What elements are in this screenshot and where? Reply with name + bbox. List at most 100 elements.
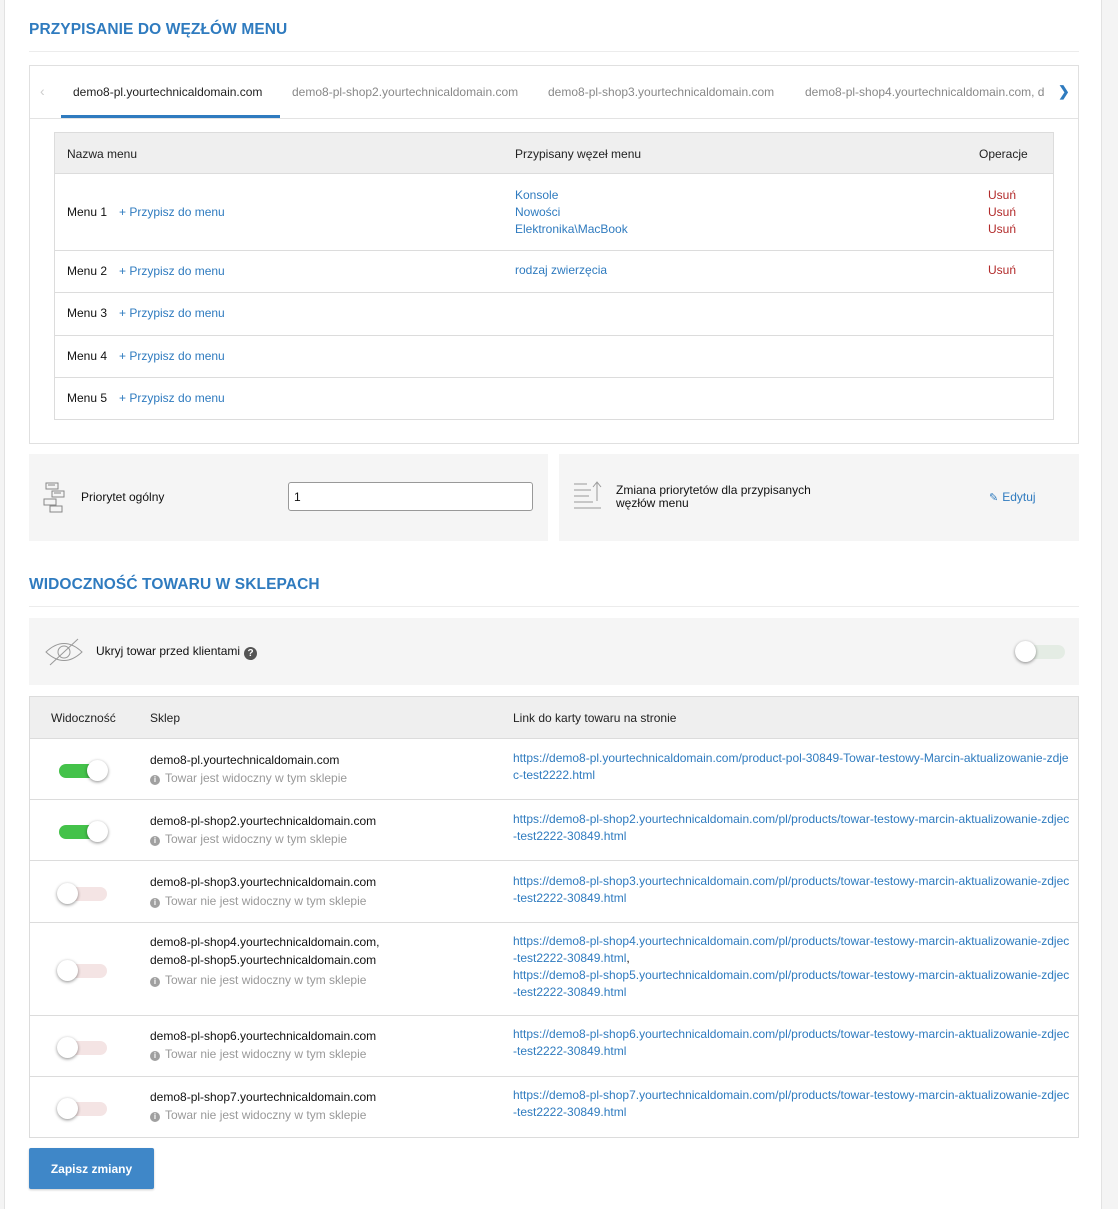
assign-to-menu-link[interactable]: + Przypisz do menu [119, 205, 225, 219]
product-page-link[interactable]: https://demo8-pl.yourtechnicaldomain.com… [513, 750, 1073, 784]
menu-name: Menu 2 [67, 264, 108, 278]
assign-to-menu-link[interactable]: + Przypisz do menu [119, 264, 225, 278]
active-tab-indicator [61, 115, 280, 118]
tab-shop-4[interactable]: demo8-pl-shop4.yourtechnicaldomain.com, … [805, 85, 1044, 99]
table-row: demo8-pl-shop2.yourtechnicaldomain.com i… [30, 800, 1078, 861]
visibility-table: Widoczność Sklep Link do karty towaru na… [29, 696, 1079, 1138]
visibility-toggle[interactable] [59, 821, 108, 842]
visibility-status-text: Towar jest widoczny w tym sklepie [165, 771, 348, 785]
save-changes-button[interactable]: Zapisz zmiany [29, 1148, 154, 1189]
comma-separator: , [626, 951, 630, 965]
edit-priorities-button[interactable]: ✎ Edytuj [989, 490, 1036, 504]
table-row: Menu 1 + Przypisz do menu Konsole Nowośc… [55, 175, 1053, 251]
info-icon: i [150, 898, 160, 908]
visibility-toggle[interactable] [59, 760, 108, 781]
visibility-status: i Towar jest widoczny w tym sklepie [150, 771, 347, 785]
product-page-link[interactable]: https://demo8-pl-shop5.yourtechnicaldoma… [513, 968, 1069, 999]
header-visibility: Widoczność [51, 711, 116, 725]
assign-to-menu-link[interactable]: + Przypisz do menu [119, 306, 225, 320]
general-priority-panel: Priorytet ogólny [29, 454, 548, 541]
hide-product-toggle[interactable] [1015, 641, 1065, 662]
product-page-link[interactable]: https://demo8-pl-shop7.yourtechnicaldoma… [513, 1087, 1073, 1121]
node-link[interactable]: Nowości [515, 204, 628, 221]
info-icon: i [150, 836, 160, 846]
product-page-link[interactable]: https://demo8-pl-shop3.yourtechnicaldoma… [513, 873, 1073, 907]
node-priority-label: Zmiana priorytetów dla przypisanych węzł… [616, 484, 811, 510]
delete-button[interactable]: Usuń [988, 221, 1016, 238]
table-row: demo8-pl-shop6.yourtechnicaldomain.com i… [30, 1016, 1078, 1077]
info-icon: i [150, 977, 160, 987]
delete-button[interactable]: Usuń [988, 262, 1016, 279]
toggle-knob [57, 960, 78, 981]
shop-name: demo8-pl-shop2.yourtechnicaldomain.com [150, 814, 377, 828]
general-priority-label: Priorytet ogólny [81, 490, 165, 504]
info-icon: i [150, 775, 160, 785]
assign-to-menu-link[interactable]: + Przypisz do menu [119, 391, 225, 405]
visibility-table-header: Widoczność Sklep Link do karty towaru na… [30, 697, 1078, 739]
eye-off-icon [45, 638, 83, 666]
visibility-status-text: Towar nie jest widoczny w tym sklepie [165, 1047, 367, 1061]
tab-shop-2[interactable]: demo8-pl-shop2.yourtechnicaldomain.com [292, 85, 518, 99]
visibility-status-text: Towar nie jest widoczny w tym sklepie [165, 973, 367, 987]
sort-priority-icon [574, 481, 602, 509]
product-page-link[interactable]: https://demo8-pl-shop4.yourtechnicaldoma… [513, 934, 1069, 965]
table-row: Menu 2 + Przypisz do menu rodzaj zwierzę… [55, 251, 1053, 293]
priority-icon [43, 482, 65, 513]
toggle-knob [87, 821, 108, 842]
header-shop: Sklep [150, 711, 181, 725]
table-row: Menu 3 + Przypisz do menu [55, 293, 1053, 336]
shop-name: demo8-pl-shop3.yourtechnicaldomain.com [150, 875, 377, 889]
edit-icon: ✎ [989, 492, 999, 504]
visibility-toggle[interactable] [57, 1098, 107, 1119]
hide-product-label-text: Ukryj towar przed klientami [96, 644, 241, 658]
shop-tab-bar: ‹ demo8-pl.yourtechnicaldomain.com demo8… [30, 66, 1078, 119]
chevron-right-icon[interactable]: ❯ [1058, 83, 1070, 100]
menu-table-header: Nazwa menu Przypisany węzeł menu Operacj… [55, 133, 1053, 174]
edit-label: Edytuj [1002, 490, 1036, 504]
header-assigned-node: Przypisany węzeł menu [515, 147, 642, 161]
menu-name: Menu 4 [67, 349, 108, 363]
table-row: demo8-pl-shop3.yourtechnicaldomain.com i… [30, 861, 1078, 923]
menu-name: Menu 3 [67, 306, 108, 320]
toggle-knob [1015, 641, 1036, 662]
visibility-status-text: Towar jest widoczny w tym sklepie [165, 832, 348, 846]
shop-names: demo8-pl-shop4.yourtechnicaldomain.com, … [150, 933, 379, 969]
header-link: Link do karty towaru na stronie [513, 711, 677, 725]
table-row: Menu 4 + Przypisz do menu [55, 336, 1053, 378]
node-priority-panel: Zmiana priorytetów dla przypisanych węzł… [559, 454, 1079, 541]
assigned-nodes: Konsole Nowości Elektronika\MacBook [515, 187, 628, 238]
general-priority-input[interactable] [288, 482, 533, 511]
node-link[interactable]: Konsole [515, 187, 628, 204]
delete-button[interactable]: Usuń [988, 204, 1016, 221]
delete-links: Usuń Usuń Usuń [988, 187, 1016, 238]
divider [29, 51, 1079, 52]
toggle-knob [57, 1037, 78, 1058]
product-page-link[interactable]: https://demo8-pl-shop2.yourtechnicaldoma… [513, 811, 1073, 845]
help-icon[interactable]: ? [244, 647, 258, 660]
visibility-toggle[interactable] [57, 883, 107, 904]
visibility-toggle[interactable] [57, 1037, 107, 1058]
hide-product-panel: Ukryj towar przed klientami? [29, 618, 1079, 685]
tab-shop-3[interactable]: demo8-pl-shop3.yourtechnicaldomain.com [548, 85, 774, 99]
node-link[interactable]: rodzaj zwierzęcia [515, 262, 607, 279]
node-link[interactable]: Elektronika\MacBook [515, 221, 628, 238]
visibility-status: i Towar nie jest widoczny w tym sklepie [150, 973, 366, 987]
product-settings-page: PRZYPISANIE DO WĘZŁÓW MENU ‹ demo8-pl.yo… [4, 0, 1102, 1209]
visibility-toggle[interactable] [57, 960, 107, 981]
chevron-left-icon[interactable]: ‹ [40, 83, 45, 99]
menu-assignment-panel: ‹ demo8-pl.yourtechnicaldomain.com demo8… [29, 65, 1079, 444]
assign-to-menu-link[interactable]: + Przypisz do menu [119, 349, 225, 363]
visibility-status: i Towar nie jest widoczny w tym sklepie [150, 1108, 366, 1122]
visibility-status-text: Towar nie jest widoczny w tym sklepie [165, 1108, 367, 1122]
visibility-status-text: Towar nie jest widoczny w tym sklepie [165, 894, 367, 908]
info-icon: i [150, 1051, 160, 1061]
shop-name: demo8-pl-shop4.yourtechnicaldomain.com, [150, 935, 380, 949]
menu-name: Menu 5 [67, 391, 108, 405]
product-page-link[interactable]: https://demo8-pl-shop6.yourtechnicaldoma… [513, 1026, 1073, 1060]
delete-button[interactable]: Usuń [988, 187, 1016, 204]
table-row: demo8-pl.yourtechnicaldomain.com i Towar … [30, 739, 1078, 800]
tab-shop-1[interactable]: demo8-pl.yourtechnicaldomain.com [73, 85, 262, 99]
node-priority-label-line2: węzłów menu [616, 496, 689, 510]
menu-name: Menu 1 [67, 205, 108, 219]
toggle-knob [87, 760, 108, 781]
